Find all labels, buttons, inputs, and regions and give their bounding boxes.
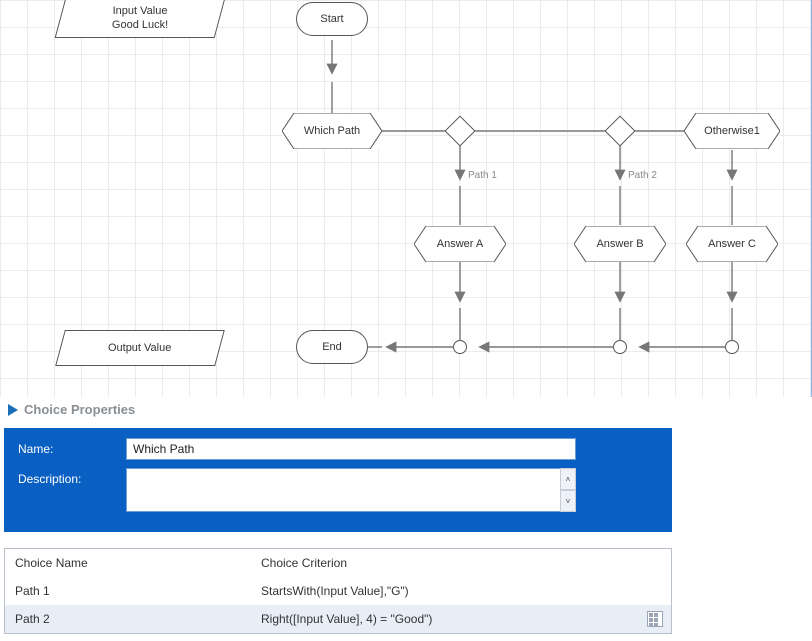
description-field[interactable] xyxy=(126,468,561,512)
branch-diamond-2[interactable] xyxy=(604,115,635,146)
node-otherwise-label: Otherwise1 xyxy=(704,125,760,137)
node-end[interactable]: End xyxy=(296,330,368,364)
edge-label-path1: Path 1 xyxy=(468,170,497,181)
name-label: Name: xyxy=(18,438,126,456)
table-header-row: Choice Name Choice Criterion xyxy=(5,549,671,577)
expression-editor-icon[interactable] xyxy=(647,611,663,627)
properties-panel-header: Choice Properties xyxy=(8,402,135,417)
node-answer-a[interactable]: Answer A xyxy=(414,226,506,262)
cell-choice-criterion-text: Right([Input Value], 4) = "Good") xyxy=(261,612,432,626)
join-1[interactable] xyxy=(453,340,467,354)
table-row[interactable]: Path 1 StartsWith(Input Value],"G") xyxy=(5,577,671,605)
node-input-value[interactable]: Input ValueGood Luck! xyxy=(55,0,226,38)
cell-choice-criterion: Right([Input Value], 4) = "Good") xyxy=(251,612,671,626)
node-answer-a-label: Answer A xyxy=(437,238,483,250)
description-label: Description: xyxy=(18,468,126,486)
node-end-label: End xyxy=(322,341,342,353)
node-decision-label: Which Path xyxy=(304,125,360,137)
properties-panel: Name: Description: ˄ ˅ xyxy=(4,428,672,532)
cell-choice-name: Path 1 xyxy=(5,584,251,598)
node-otherwise[interactable]: Otherwise1 xyxy=(684,113,780,149)
choices-table: Choice Name Choice Criterion Path 1 Star… xyxy=(4,548,672,634)
cell-choice-criterion: StartsWith(Input Value],"G") xyxy=(251,584,671,598)
flow-canvas[interactable]: Input ValueGood Luck! Start Which Path O… xyxy=(0,0,812,397)
node-answer-b[interactable]: Answer B xyxy=(574,226,666,262)
cell-choice-name: Path 2 xyxy=(5,612,251,626)
disclosure-icon[interactable] xyxy=(8,404,18,416)
app-root: Input ValueGood Luck! Start Which Path O… xyxy=(0,0,812,641)
node-input-value-label: Input ValueGood Luck! xyxy=(112,4,168,33)
join-3[interactable] xyxy=(725,340,739,354)
node-answer-b-label: Answer B xyxy=(596,238,643,250)
properties-panel-title: Choice Properties xyxy=(24,402,135,417)
description-scroll-up[interactable]: ˄ xyxy=(560,468,576,490)
node-start[interactable]: Start xyxy=(296,2,368,36)
node-answer-c[interactable]: Answer C xyxy=(686,226,778,262)
node-output-value-label: Output Value xyxy=(108,341,171,355)
node-answer-c-label: Answer C xyxy=(708,238,756,250)
edge-label-path2: Path 2 xyxy=(628,170,657,181)
header-choice-criterion: Choice Criterion xyxy=(251,556,671,570)
description-scroll-down[interactable]: ˅ xyxy=(560,490,576,512)
table-row[interactable]: Path 2 Right([Input Value], 4) = "Good") xyxy=(5,605,671,633)
node-output-value[interactable]: Output Value xyxy=(55,330,225,366)
node-decision[interactable]: Which Path xyxy=(282,113,382,149)
name-field[interactable] xyxy=(126,438,576,460)
node-start-label: Start xyxy=(320,13,343,25)
join-2[interactable] xyxy=(613,340,627,354)
header-choice-name: Choice Name xyxy=(5,556,251,570)
branch-diamond-1[interactable] xyxy=(444,115,475,146)
